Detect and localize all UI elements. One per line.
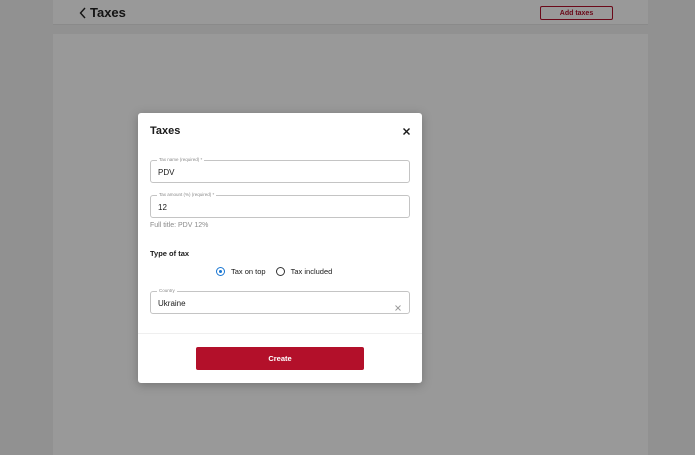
close-button[interactable] (400, 125, 412, 137)
radio-unselected-icon[interactable] (275, 267, 285, 276)
modal-title: Taxes (150, 125, 181, 137)
tax-name-label: Tax name (required) * (157, 157, 205, 163)
create-button[interactable]: Create (196, 347, 364, 370)
tax-type-radio-group: Tax on top Tax included (216, 267, 332, 276)
type-of-tax-title: Type of tax (150, 249, 190, 258)
taxes-modal: Taxes Tax name (required) * PDV Tax amou… (138, 113, 422, 383)
clear-icon[interactable] (394, 299, 402, 311)
full-title-text: Full title: PDV 12% (150, 222, 209, 229)
tax-amount-label: Tax amount (%) (required) * (157, 192, 217, 198)
tax-amount-value[interactable]: 12 (158, 203, 167, 213)
country-value[interactable]: Ukraine (158, 299, 186, 309)
radio-label: Tax on top (231, 267, 266, 276)
country-field[interactable]: Country Ukraine (150, 288, 410, 314)
tax-name-field[interactable]: Tax name (required) * PDV (150, 157, 410, 183)
radio-tax-on-top[interactable]: Tax on top (216, 267, 266, 276)
tax-name-value[interactable]: PDV (158, 168, 174, 178)
radio-tax-included[interactable]: Tax included (275, 267, 333, 276)
radio-label: Tax included (290, 267, 333, 276)
radio-selected-icon[interactable] (216, 267, 225, 276)
modal-footer-divider (138, 333, 422, 334)
tax-amount-field[interactable]: Tax amount (%) (required) * 12 (150, 192, 410, 218)
country-label: Country (157, 288, 177, 294)
close-icon[interactable] (402, 127, 410, 135)
